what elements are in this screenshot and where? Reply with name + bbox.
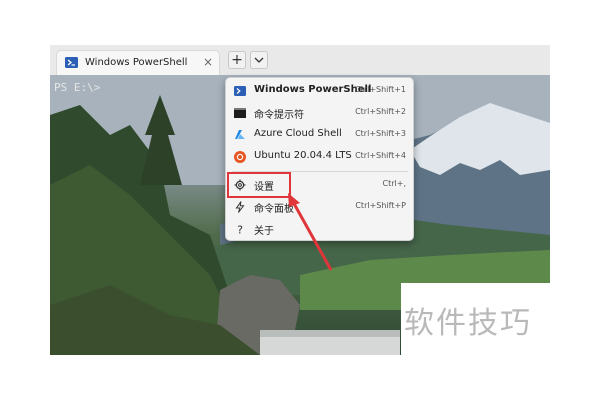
- menu-item-label: Azure Cloud Shell: [254, 128, 342, 139]
- tab-title: Windows PowerShell: [85, 57, 188, 68]
- menu-item-azure-cloud-shell[interactable]: Azure Cloud Shell Ctrl+Shift+3: [230, 125, 410, 145]
- question-icon: ?: [237, 224, 243, 236]
- new-tab-dropdown-button[interactable]: [250, 51, 268, 69]
- chevron-down-icon: [254, 57, 264, 63]
- menu-item-shortcut: Ctrl+Shift+P: [355, 201, 406, 210]
- powershell-icon: [234, 86, 246, 96]
- menu-item-command-palette[interactable]: 命令面板 Ctrl+Shift+P: [230, 197, 410, 217]
- powershell-icon: [65, 57, 78, 68]
- command-prompt-icon: [234, 108, 246, 118]
- menu-item-label: 关于: [254, 226, 274, 237]
- azure-icon: [235, 130, 245, 139]
- menu-item-label: Windows PowerShell: [254, 84, 372, 95]
- tab-windows-powershell[interactable]: Windows PowerShell ×: [56, 50, 220, 75]
- lightning-icon: [235, 201, 245, 213]
- menu-item-shortcut: Ctrl+Shift+2: [355, 107, 406, 116]
- tab-close-icon[interactable]: ×: [203, 55, 213, 69]
- tab-bar: Windows PowerShell × +: [50, 45, 550, 75]
- menu-item-about[interactable]: ? 关于: [230, 219, 410, 239]
- menu-item-label: 命令面板: [254, 204, 294, 215]
- settings-highlight-box: [227, 172, 291, 198]
- menu-item-shortcut: Ctrl+Shift+3: [355, 129, 406, 138]
- menu-item-command-prompt[interactable]: 命令提示符 Ctrl+Shift+2: [230, 103, 410, 123]
- new-tab-button[interactable]: +: [228, 51, 246, 69]
- terminal-prompt: PS E:\>: [54, 81, 101, 94]
- menu-item-ubuntu[interactable]: Ubuntu 20.04.4 LTS Ctrl+Shift+4: [230, 147, 410, 167]
- menu-item-windows-powershell[interactable]: Windows PowerShell Ctrl+Shift+1: [230, 81, 410, 101]
- menu-item-shortcut: Ctrl+,: [382, 179, 406, 188]
- svg-text:?: ?: [237, 224, 243, 236]
- menu-item-shortcut: Ctrl+Shift+1: [355, 85, 406, 94]
- menu-item-shortcut: Ctrl+Shift+4: [355, 151, 406, 160]
- ubuntu-icon: [234, 151, 246, 163]
- menu-item-label: Ubuntu 20.04.4 LTS: [254, 150, 352, 161]
- menu-item-label: 命令提示符: [254, 110, 304, 121]
- new-tab-dropdown-menu: Windows PowerShell Ctrl+Shift+1 命令提示符 Ct…: [225, 77, 414, 241]
- watermark-text: 软件技巧: [404, 306, 532, 341]
